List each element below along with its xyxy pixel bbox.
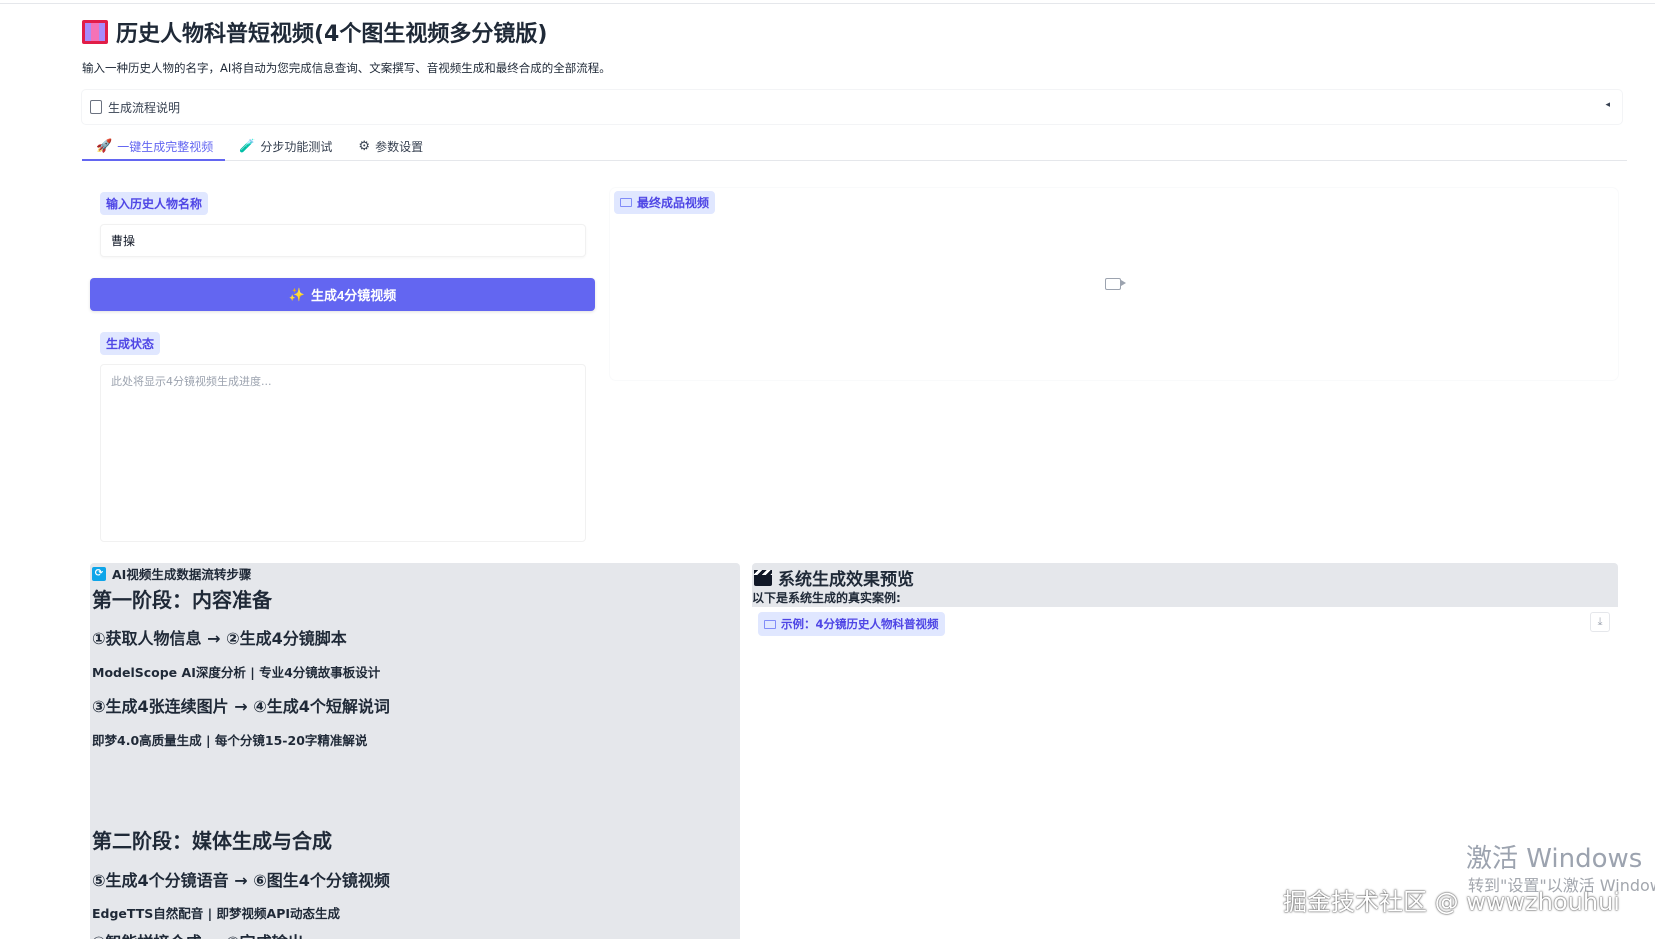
gear-icon: ⚙: [358, 138, 371, 154]
example-video-label: 示例：4分镜历史人物科普视频: [758, 612, 945, 636]
preview-title: 系统生成效果预览: [778, 570, 914, 590]
tab-label: 参数设置: [375, 139, 424, 154]
input-label: 输入历史人物名称: [100, 192, 209, 215]
tab-label: 分步功能测试: [260, 139, 333, 154]
stage1-desc-a: ModelScope AI深度分析 | 专业4分镜故事板设计: [92, 665, 381, 680]
windows-activation-watermark: 激活 Windows: [1466, 844, 1643, 874]
clapper-icon: [754, 569, 772, 586]
video-camera-icon: [620, 198, 632, 207]
status-textarea[interactable]: 此处将显示4分镜视频生成进度...: [100, 364, 586, 542]
stage1-step-a: ①获取人物信息 → ②生成4分镜脚本: [92, 629, 347, 648]
clipboard-icon: [90, 100, 102, 114]
top-divider: [0, 3, 1655, 4]
stage2-step-b: ⑦智能拼接合成 → ⑧完成输出: [92, 929, 304, 939]
tab-bar: 🚀 一键生成完整视频 🧪 分步功能测试 ⚙ 参数设置: [82, 132, 1627, 161]
flask-icon: 🧪: [239, 138, 256, 154]
sparkle-icon: ✨: [288, 286, 305, 302]
tab-settings[interactable]: ⚙ 参数设置: [344, 132, 435, 160]
stage2-step-a: ⑤生成4个分镜语音 → ⑥图生4个分镜视频: [92, 871, 390, 890]
page-subtitle: 输入一种历史人物的名字，AI将自动为您完成信息查询、文案撰写、音视频生成和最终合…: [82, 61, 611, 75]
dataflow-panel: ⟳ AI视频生成数据流转步骤 第一阶段：内容准备 ①获取人物信息 → ②生成4分…: [90, 563, 740, 939]
preview-subtitle: 以下是系统生成的真实案例:: [752, 591, 901, 605]
page-title: 历史人物科普短视频(4个图生视频多分镜版): [82, 16, 547, 48]
rocket-icon: 🚀: [96, 138, 113, 154]
preview-header-panel: 系统生成效果预览 以下是系统生成的真实案例:: [752, 563, 1618, 607]
film-icon: [82, 20, 108, 44]
tab-step-test[interactable]: 🧪 分步功能测试: [225, 132, 344, 160]
dataflow-header: ⟳ AI视频生成数据流转步骤: [92, 564, 251, 583]
process-accordion[interactable]: 生成流程说明 ◂: [82, 90, 1622, 124]
video-placeholder-icon: [1105, 278, 1126, 290]
person-name-input[interactable]: 曹操: [100, 224, 586, 257]
page-title-text: 历史人物科普短视频(4个图生视频多分镜版): [116, 22, 548, 47]
tab-label: 一键生成完整视频: [117, 139, 214, 154]
site-watermark: 掘金技术社区 @ wwwzhouhui: [1283, 888, 1620, 916]
video-label-text: 最终成品视频: [637, 196, 710, 210]
dataflow-title: AI视频生成数据流转步骤: [112, 567, 252, 582]
stage1-desc-b: 即梦4.0高质量生成 | 每个分镜15-20字精准解说: [92, 733, 368, 748]
preview-header: 系统生成效果预览: [754, 565, 914, 590]
accordion-label: 生成流程说明: [108, 100, 181, 115]
download-icon[interactable]: ⤓: [1590, 612, 1610, 632]
video-label: 最终成品视频: [614, 191, 716, 214]
stage2-heading: 第二阶段：媒体生成与合成: [92, 829, 332, 853]
stage1-heading: 第一阶段：内容准备: [92, 588, 272, 612]
video-camera-icon: [764, 619, 776, 629]
example-label-text: 示例：4分镜历史人物科普视频: [781, 617, 939, 631]
stage1-step-b: ③生成4张连续图片 → ④生成4个短解说词: [92, 697, 390, 716]
generate-video-button[interactable]: ✨ 生成4分镜视频: [90, 278, 595, 311]
accordion-toggle-icon[interactable]: ◂: [1605, 100, 1610, 110]
generate-button-label: 生成4分镜视频: [310, 288, 397, 303]
sync-icon: ⟳: [92, 566, 106, 581]
status-label: 生成状态: [100, 332, 161, 355]
tab-one-click-generate[interactable]: 🚀 一键生成完整视频: [82, 132, 226, 161]
stage2-desc-a: EdgeTTS自然配音 | 即梦视频API动态生成: [92, 906, 341, 921]
